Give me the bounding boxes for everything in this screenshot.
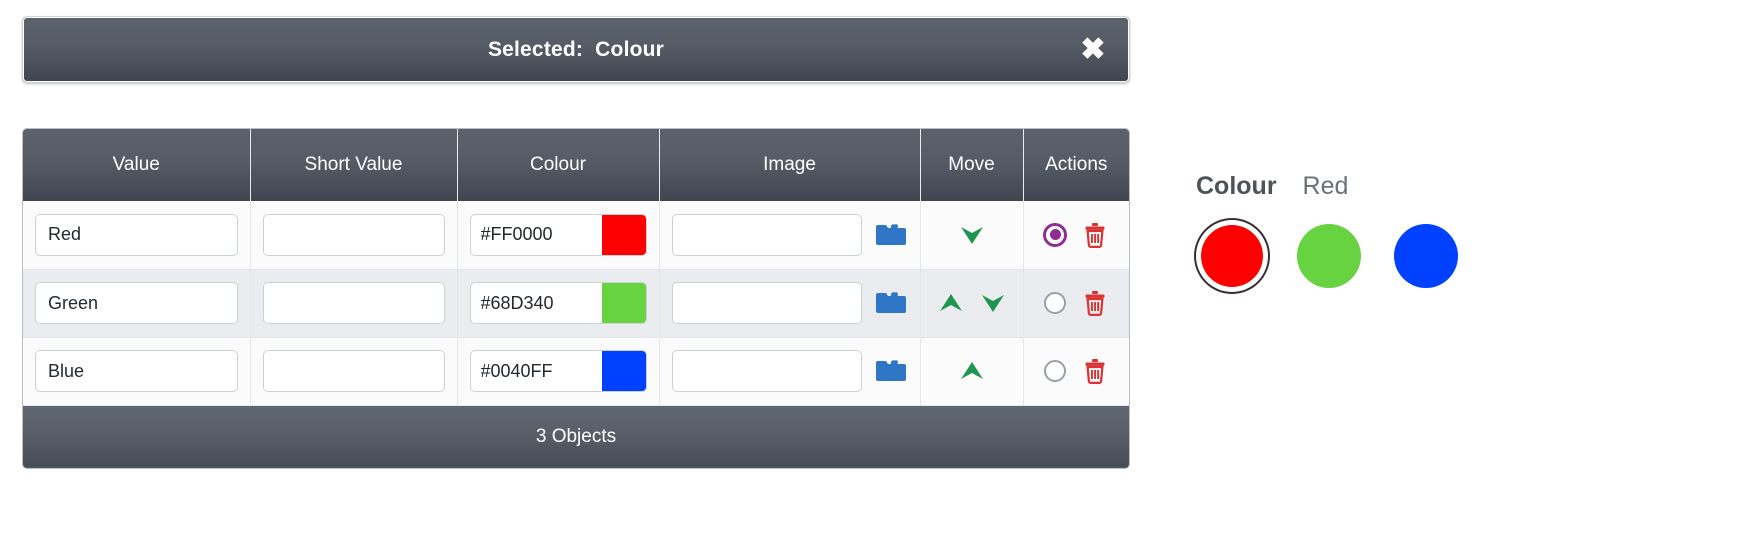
preview-swatch[interactable] [1390, 220, 1462, 292]
trash-icon[interactable] [1082, 290, 1108, 316]
colour-field-group [469, 350, 647, 392]
move-down-icon[interactable] [957, 220, 987, 250]
preview-field-label: Colour [1196, 172, 1277, 200]
colour-hex-input[interactable] [470, 283, 602, 323]
preview-swatch-list [1196, 220, 1616, 292]
cell-value [23, 269, 251, 338]
move-button-group [933, 201, 1011, 269]
cell-short-value [250, 269, 458, 338]
cell-actions [1023, 201, 1129, 270]
move-up-icon[interactable] [936, 288, 966, 318]
close-icon[interactable]: ✖ [1075, 32, 1111, 68]
folder-icon[interactable] [874, 218, 908, 252]
object-count-label: 3 Objects [23, 405, 1129, 468]
radio-unselected-icon[interactable] [1044, 360, 1067, 382]
short-value-input[interactable] [262, 282, 445, 324]
trash-icon[interactable] [1082, 358, 1108, 384]
cell-image [659, 269, 921, 338]
column-header-short-value[interactable]: Short Value [250, 129, 458, 201]
colour-swatch-button[interactable] [601, 351, 646, 391]
image-field-group [671, 350, 908, 392]
page-title: Selected: Colour [487, 37, 665, 61]
value-input[interactable] [35, 282, 238, 324]
value-input[interactable] [35, 213, 238, 256]
cell-value [23, 337, 251, 406]
colour-field-group [469, 213, 647, 256]
colour-swatch-button[interactable] [601, 214, 646, 255]
colour-hex-input[interactable] [470, 351, 602, 391]
cell-colour [457, 201, 660, 270]
objects-table: Value Short Value Colour Image Move Acti… [22, 128, 1130, 469]
move-button-group [933, 270, 1011, 337]
radio-selected-icon[interactable] [1044, 223, 1067, 246]
column-header-colour[interactable]: Colour [457, 129, 660, 201]
preview-swatch-circle [1297, 224, 1361, 288]
radio-unselected-icon[interactable] [1044, 292, 1067, 314]
cell-short-value [250, 337, 458, 406]
folder-icon[interactable] [874, 354, 908, 388]
actions-button-group [1036, 270, 1118, 337]
cell-colour [457, 337, 660, 406]
cell-move [920, 269, 1024, 338]
preview-header: Colour Red [1196, 172, 1616, 206]
table-row [23, 201, 1129, 270]
cell-actions [1023, 269, 1129, 338]
short-value-input[interactable] [262, 213, 445, 256]
column-header-move[interactable]: Move [920, 129, 1024, 201]
image-field-group [671, 213, 908, 256]
column-header-image[interactable]: Image [659, 129, 921, 201]
cell-short-value [250, 201, 458, 270]
trash-icon[interactable] [1082, 222, 1108, 248]
screen-root: Selected: Colour ✖ Value Short Value Col… [0, 0, 1740, 538]
short-value-input[interactable] [262, 350, 445, 392]
value-input[interactable] [35, 350, 238, 392]
image-field-group [671, 282, 908, 324]
colour-swatch-button[interactable] [601, 283, 646, 323]
table-footer-row: 3 Objects [23, 405, 1129, 468]
column-header-actions[interactable]: Actions [1023, 129, 1129, 201]
cell-move [920, 337, 1024, 406]
preview-swatch-circle [1394, 224, 1458, 288]
image-input[interactable] [671, 282, 862, 324]
folder-icon[interactable] [874, 286, 908, 320]
cell-colour [457, 269, 660, 338]
preview-swatch[interactable] [1196, 220, 1268, 292]
preview-swatch-circle [1201, 225, 1263, 287]
image-input[interactable] [671, 350, 862, 392]
colour-field-group [469, 282, 647, 324]
actions-button-group [1036, 201, 1118, 269]
preview-field-value: Red [1302, 172, 1349, 200]
cell-image [659, 337, 921, 406]
cell-actions [1023, 337, 1129, 406]
colour-hex-input[interactable] [470, 214, 602, 255]
column-header-value[interactable]: Value [23, 129, 251, 201]
cell-move [920, 201, 1024, 270]
cell-value [23, 201, 251, 270]
selected-header-bar: Selected: Colour ✖ [22, 16, 1130, 83]
table-body [23, 201, 1129, 406]
table-row [23, 337, 1129, 406]
move-button-group [933, 338, 1011, 405]
colour-preview-panel: Colour Red [1196, 172, 1616, 292]
move-down-icon[interactable] [978, 288, 1008, 318]
table-header-row: Value Short Value Colour Image Move Acti… [23, 129, 1129, 201]
table-row [23, 269, 1129, 338]
actions-button-group [1036, 338, 1118, 405]
image-input[interactable] [671, 213, 862, 256]
move-up-icon[interactable] [957, 356, 987, 386]
cell-image [659, 201, 921, 270]
preview-swatch[interactable] [1293, 220, 1365, 292]
